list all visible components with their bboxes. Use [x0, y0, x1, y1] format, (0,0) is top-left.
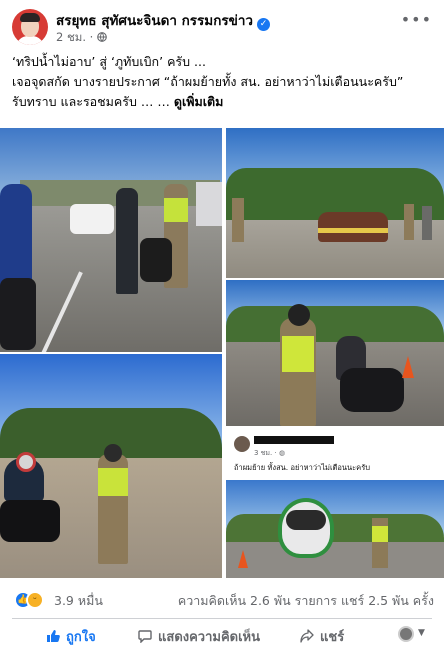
comment-label: แสดงความคิดเห็น	[158, 630, 261, 645]
post-header: สรยุทธ สุทัศนะจินดา กรรมกรข่าว ✓ 2 ชม. · …	[0, 0, 444, 48]
author-name[interactable]: สรยุทธ สุทัศนะจินดา กรรมกรข่าว	[56, 13, 253, 29]
like-label: ถูกใจ	[66, 630, 96, 645]
meta-separator: ·	[89, 30, 94, 44]
photo-4-officer-head	[288, 304, 310, 326]
embedded-avatar	[234, 436, 250, 452]
see-more-link[interactable]: ดูเพิ่มเติม	[174, 94, 224, 109]
reactions-row: 👍 ᵕ 3.9 หมื่น ความคิดเห็น 2.6 พัน รายการ…	[0, 582, 444, 616]
audience-selector-avatar[interactable]	[398, 626, 414, 642]
post-time[interactable]: 2 ชม.	[56, 30, 86, 44]
verified-badge-icon: ✓	[257, 18, 271, 31]
chevron-down-icon[interactable]: ▼	[418, 628, 425, 638]
embedded-text: ถ้าผมย้าย ทั้งสน. อย่าหาว่าไม่เตือนนะครั…	[234, 463, 370, 472]
comment-button[interactable]: แสดงความคิดเห็น	[138, 626, 260, 647]
photo-3-officer-vest	[98, 468, 128, 496]
post-caption: ‘ทริปน้ำไม่อาบ’ สู่ ‘ภูทับเบิก’ ครับ ...…	[12, 52, 436, 112]
photo-police-checkpoint-car[interactable]	[226, 128, 444, 278]
share-button[interactable]: แชร์	[300, 626, 344, 647]
photo-4-road	[226, 342, 444, 426]
embedded-photo-cone	[238, 550, 248, 568]
photo-officer-writing-ticket[interactable]	[0, 354, 222, 578]
post-meta: 2 ชม. ·	[56, 29, 107, 47]
caption-line-2: เจอจุดสกัด บางรายประกาศ “ถ้าผมย้ายทั้ง ส…	[12, 74, 404, 89]
photo-2-police-car	[318, 212, 388, 242]
thumbs-up-icon	[46, 629, 60, 645]
photo-2-officer-1	[232, 198, 244, 242]
haha-icon: ᵕ	[26, 591, 44, 609]
photo-1-white-car	[70, 204, 114, 234]
photo-1-motorcycle	[0, 278, 36, 350]
photo-4-officer	[280, 318, 316, 426]
photo-2-officer-2	[404, 204, 414, 240]
action-bar: ถูกใจ แสดงความคิดเห็น แชร์ ▼	[0, 620, 444, 648]
photo-2-officer-3	[422, 206, 432, 240]
author-avatar[interactable]	[12, 9, 48, 45]
author-name-row: สรยุทธ สุทัศนะจินดา กรรมกรข่าว ✓	[56, 9, 271, 31]
globe-icon	[97, 32, 107, 42]
photo-3-helmet	[16, 452, 36, 472]
photo-1-officer-dark	[116, 188, 138, 294]
share-count[interactable]: แชร์ 2.5 พัน ครั้ง	[341, 593, 434, 608]
avatar-shirt	[16, 36, 44, 45]
embedded-photo-trees	[226, 514, 444, 542]
caption-line-3-text: รับทราบ และรอชมครับ … …	[12, 94, 170, 109]
actions-divider	[12, 618, 432, 619]
comment-icon	[138, 629, 152, 645]
caption-line-1: ‘ทริปน้ำไม่อาบ’ สู่ ‘ภูทับเบิก’ ครับ ...	[12, 54, 206, 69]
photo-screenshot-social-post[interactable]: 3 ชม. · ◍ ถ้าผมย้าย ทั้งสน. อย่าหาว่าไม่…	[226, 428, 444, 578]
more-dots-icon[interactable]: •••	[401, 10, 432, 29]
photo-4-officer-vest	[282, 336, 314, 372]
embedded-photo-road	[226, 542, 444, 578]
avatar-hair	[20, 13, 40, 22]
embedded-photo	[226, 480, 444, 578]
reaction-count[interactable]: 3.9 หมื่น	[54, 591, 103, 611]
embedded-photo-visor	[286, 510, 326, 530]
photo-1-bike	[140, 238, 172, 282]
photo-4-cone	[402, 356, 414, 378]
embedded-time: 3 ชม. · ◍	[254, 449, 286, 457]
caption-line-3: รับทราบ และรอชมครับ … … ดูเพิ่มเติม	[12, 92, 436, 112]
photo-3-motorcycle	[0, 500, 60, 542]
comment-count[interactable]: ความคิดเห็น 2.6 พัน รายการ	[178, 593, 337, 608]
share-label: แชร์	[320, 630, 345, 645]
photo-3-officer-head	[104, 444, 122, 462]
photo-4-scooter	[340, 368, 404, 412]
photo-motorcycle-checkpoint[interactable]	[0, 128, 222, 352]
like-button[interactable]: ถูกใจ	[46, 626, 96, 647]
embedded-redacted-name	[254, 436, 334, 444]
photo-officer-with-rider[interactable]	[226, 280, 444, 426]
photo-4-trees	[226, 306, 444, 342]
photo-1-vest-stripe	[164, 198, 188, 222]
photo-2-car-stripe	[318, 228, 388, 233]
embedded-photo-vest	[372, 526, 388, 542]
photo-1-truck	[196, 182, 222, 226]
embedded-time-text: 3 ชม.	[254, 449, 273, 457]
post-stats: ความคิดเห็น 2.6 พัน รายการ แชร์ 2.5 พัน …	[178, 591, 434, 611]
share-icon	[300, 629, 314, 645]
